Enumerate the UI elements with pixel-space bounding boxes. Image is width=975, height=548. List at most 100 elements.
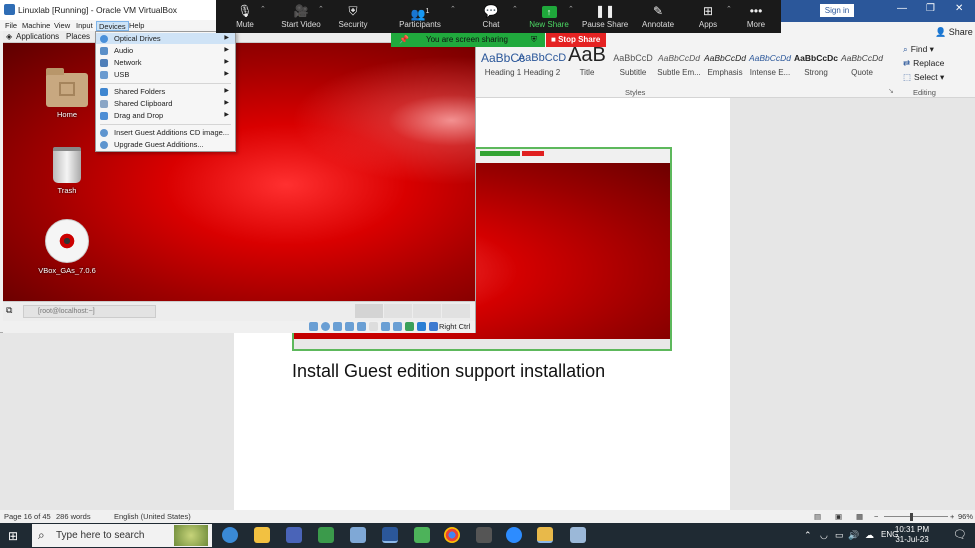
- keyboard-icon[interactable]: [429, 322, 438, 331]
- audio-status-icon[interactable]: [333, 322, 342, 331]
- snipping-tool-icon[interactable]: [476, 527, 492, 543]
- security-button[interactable]: ⛨ Security: [338, 3, 368, 29]
- show-desktop-icon[interactable]: ⧉: [6, 305, 12, 316]
- volume-icon[interactable]: 🔊: [848, 530, 859, 541]
- share-button[interactable]: 👤 Share: [935, 27, 973, 38]
- cloud-icon[interactable]: ☁: [865, 530, 874, 541]
- find-button[interactable]: ⌕ Find ▾: [903, 44, 934, 55]
- search-highlight-image[interactable]: [174, 525, 208, 546]
- workspace-2[interactable]: [384, 304, 412, 318]
- guest-desktop[interactable]: Home Trash VBox_GAs_7.0.6: [3, 43, 475, 301]
- menu-item-drag-and-drop[interactable]: Drag and Drop ▶: [96, 110, 235, 121]
- document-caption[interactable]: Install Guest edition support installati…: [292, 361, 605, 382]
- notifications-icon[interactable]: 🗨: [953, 528, 967, 541]
- minimize-icon[interactable]: —: [897, 3, 907, 14]
- zoom-level[interactable]: 96%: [958, 512, 973, 521]
- mouse-integration-icon[interactable]: [417, 322, 426, 331]
- windows-start-icon[interactable]: ⊞: [8, 529, 18, 543]
- media-app-icon[interactable]: [414, 527, 430, 543]
- hard-disk-icon[interactable]: [309, 322, 318, 331]
- wifi-icon[interactable]: ◡: [820, 530, 828, 541]
- read-mode-icon[interactable]: ▤: [814, 512, 821, 521]
- chat-button[interactable]: 💬 Chat ⌃: [478, 3, 518, 29]
- menu-item-optical-drives[interactable]: Optical Drives ▶: [96, 33, 235, 44]
- styles-launcher-icon[interactable]: ↘: [888, 87, 894, 95]
- style-quote[interactable]: AaBbCcDd Quote: [835, 50, 889, 77]
- mute-button[interactable]: 🎙 Mute ⌃: [230, 3, 266, 29]
- page-count[interactable]: Page 16 of 45: [4, 512, 51, 521]
- menu-item-usb[interactable]: USB ▶: [96, 69, 235, 80]
- clock[interactable]: 10:31 PM 31-Jul-23: [887, 525, 937, 545]
- menu-input[interactable]: Input: [74, 21, 95, 31]
- network-app-icon[interactable]: [286, 527, 302, 543]
- sign-in-button[interactable]: Sign in: [820, 4, 854, 17]
- desktop-icon-trash[interactable]: Trash: [37, 147, 97, 195]
- active-app-icon[interactable]: [537, 527, 553, 543]
- pin-icon[interactable]: 📌: [399, 33, 409, 47]
- workspace-3[interactable]: [413, 304, 441, 318]
- display-status-icon[interactable]: [381, 322, 390, 331]
- desktop-icon-home[interactable]: Home: [37, 68, 97, 119]
- terminal-task-button[interactable]: [root@localhost:~]: [23, 305, 156, 318]
- chrome-icon[interactable]: [444, 527, 460, 543]
- menu-item-upgrade-guest-additions[interactable]: Upgrade Guest Additions...: [96, 139, 235, 150]
- chevron-down-icon[interactable]: ⌃: [450, 5, 456, 13]
- recording-status-icon[interactable]: [393, 322, 402, 331]
- menu-item-shared-folders[interactable]: Shared Folders ▶: [96, 86, 235, 97]
- taskbar-search-box[interactable]: ⌕ Type here to search: [32, 524, 212, 547]
- chevron-down-icon[interactable]: ⌃: [260, 5, 266, 13]
- participants-button[interactable]: 👥1 Participants ⌃: [398, 3, 456, 29]
- close-icon[interactable]: ✕: [955, 3, 963, 14]
- chevron-down-icon[interactable]: ⌃: [512, 5, 518, 13]
- menu-item-shared-clipboard[interactable]: Shared Clipboard ▶: [96, 98, 235, 109]
- network-status-icon[interactable]: [345, 322, 354, 331]
- usb-status-icon[interactable]: [357, 322, 366, 331]
- maximize-icon[interactable]: ❐: [926, 3, 935, 14]
- file-explorer-icon[interactable]: [254, 527, 270, 543]
- menu-machine[interactable]: Machine: [20, 21, 52, 31]
- optical-drive-status-icon[interactable]: [321, 322, 330, 331]
- zoom-out-icon[interactable]: −: [874, 512, 878, 521]
- workspace-1[interactable]: [355, 304, 383, 318]
- zoom-taskbar-icon[interactable]: [506, 527, 522, 543]
- menu-help[interactable]: Help: [127, 21, 146, 31]
- select-button[interactable]: ⬚ Select ▾: [903, 72, 944, 83]
- edge-icon[interactable]: [222, 527, 238, 543]
- workspace-4[interactable]: [442, 304, 470, 318]
- menu-item-audio[interactable]: Audio ▶: [96, 45, 235, 56]
- applications-menu[interactable]: Applications: [16, 32, 59, 41]
- menu-devices[interactable]: Devices: [96, 21, 129, 31]
- replace-button[interactable]: ⇄ Replace: [903, 58, 944, 69]
- screen-sharing-banner[interactable]: 📌 You are screen sharing ⛨: [391, 33, 545, 47]
- chevron-down-icon[interactable]: ⌃: [318, 5, 324, 13]
- print-layout-icon[interactable]: ▣: [835, 512, 842, 521]
- battery-icon[interactable]: ▭: [835, 530, 844, 541]
- start-video-button[interactable]: 🎥 Start Video ⌃: [280, 3, 324, 29]
- zoom-in-icon[interactable]: +: [950, 512, 954, 521]
- new-share-button[interactable]: ↑ New Share ⌃: [528, 3, 574, 29]
- language-status[interactable]: English (United States): [114, 512, 191, 521]
- places-menu[interactable]: Places: [66, 32, 90, 41]
- desktop-icon-vbox-gas[interactable]: VBox_GAs_7.0.6: [37, 219, 97, 275]
- cpu-status-icon[interactable]: [405, 322, 414, 331]
- word-taskbar-icon[interactable]: [382, 527, 398, 543]
- word-count[interactable]: 286 words: [56, 512, 91, 521]
- pause-share-button[interactable]: ❚❚ Pause Share: [582, 3, 628, 29]
- menu-item-network[interactable]: Network ▶: [96, 57, 235, 68]
- annotate-button[interactable]: ✎ Annotate: [638, 3, 678, 29]
- zoom-slider-thumb[interactable]: [910, 513, 913, 521]
- menu-view[interactable]: View: [52, 21, 72, 31]
- vm-app-icon[interactable]: [570, 527, 586, 543]
- chevron-down-icon[interactable]: ⌃: [568, 5, 574, 13]
- menu-file[interactable]: File: [3, 21, 19, 31]
- stop-share-button[interactable]: ■ Stop Share: [546, 33, 606, 47]
- menu-item-insert-guest-additions[interactable]: Insert Guest Additions CD image...: [96, 127, 235, 138]
- more-button[interactable]: ••• More: [744, 3, 768, 29]
- web-layout-icon[interactable]: ▦: [856, 512, 863, 521]
- apps-button[interactable]: ⊞ Apps ⌃: [696, 3, 732, 29]
- chevron-down-icon[interactable]: ⌃: [726, 5, 732, 13]
- excel-app-icon[interactable]: [318, 527, 334, 543]
- virtualbox-taskbar-icon[interactable]: [350, 527, 366, 543]
- shared-folders-status-icon[interactable]: [369, 322, 378, 331]
- chevron-up-icon[interactable]: ⌃: [804, 530, 812, 541]
